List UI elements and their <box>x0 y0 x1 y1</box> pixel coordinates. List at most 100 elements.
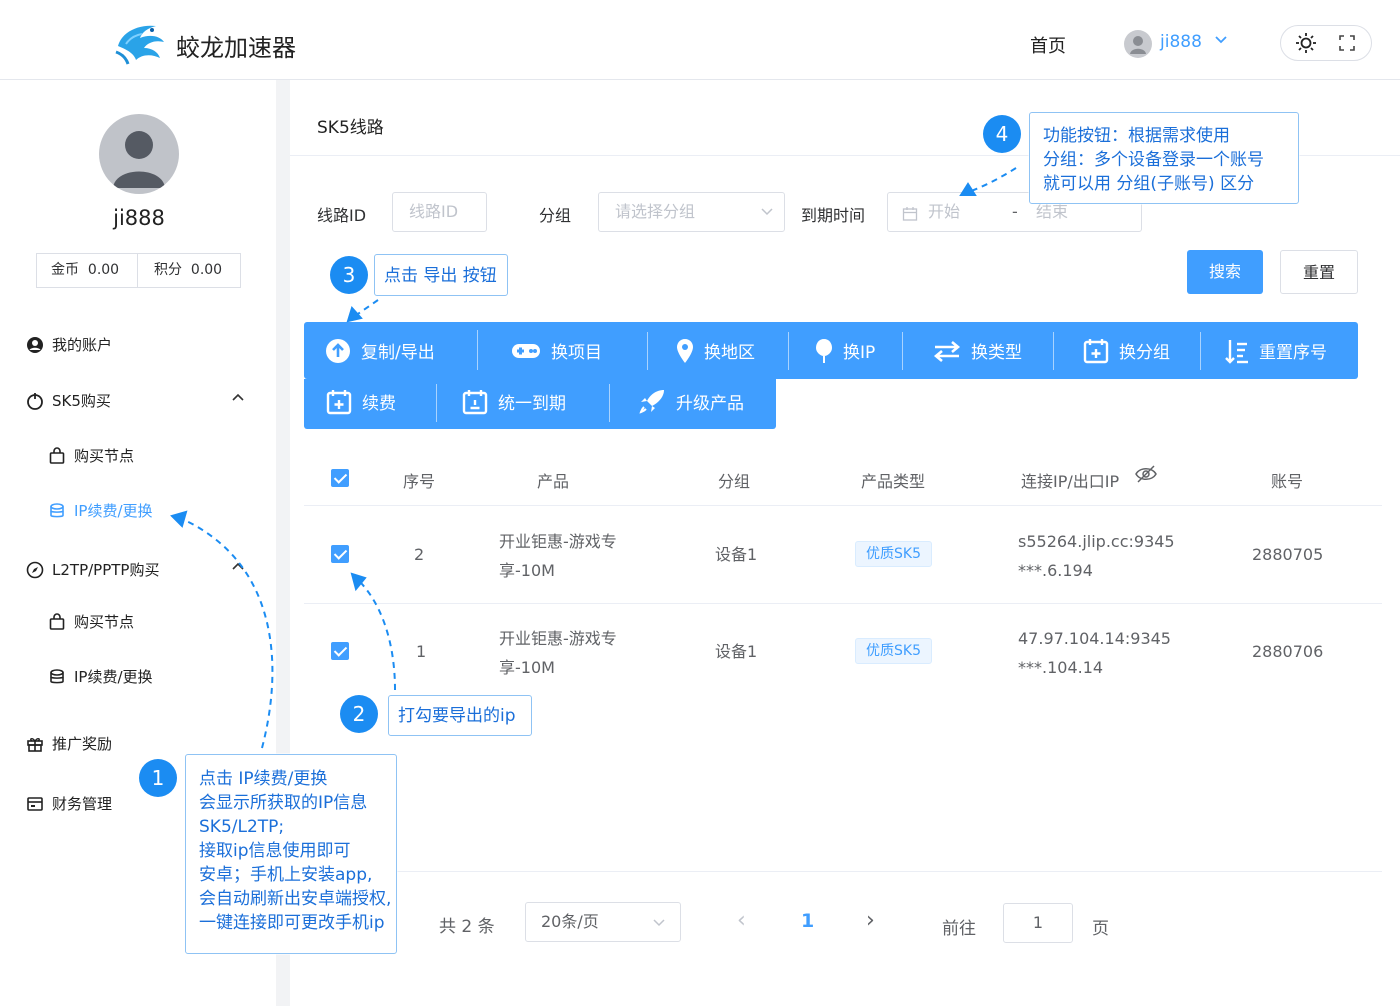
change-region-button[interactable]: 换地区 <box>676 322 755 379</box>
change-type-button[interactable]: 换类型 <box>933 322 1022 379</box>
wallet-points: 积分 0.00 <box>137 254 240 287</box>
compass-icon <box>26 561 44 578</box>
calendar-icon <box>902 207 918 221</box>
unify-expiry-button[interactable]: 统一到期 <box>462 373 566 430</box>
page-size-select[interactable]: 20条/页 <box>525 902 681 942</box>
row-index: 2 <box>414 545 425 564</box>
change-project-button[interactable]: 换项目 <box>511 322 602 379</box>
row-divider <box>304 603 1382 604</box>
step-3-note: 点击 导出 按钮 <box>374 254 508 296</box>
step-2-note: 打勾要导出的ip <box>388 695 532 736</box>
pagination-divider <box>304 871 1382 872</box>
search-button[interactable]: 搜索 <box>1187 250 1263 294</box>
user-avatar[interactable] <box>1124 30 1152 58</box>
sidebar-item-account[interactable]: 我的账户 <box>26 334 112 355</box>
step-1-note: 点击 IP续费/更换 会显示所获取的IP信息 SK5/L2TP; 接取ip信息使… <box>185 754 397 954</box>
row-group: 设备1 <box>715 642 758 661</box>
power-icon <box>27 392 43 410</box>
shopping-bag-icon <box>49 612 65 630</box>
reset-button[interactable]: 重置 <box>1280 250 1358 294</box>
chevron-down-icon <box>761 208 773 216</box>
pagination-total: 共 2 条 <box>439 917 495 937</box>
sidebar-item-sk5-ip[interactable]: IP续费/更换 <box>48 500 153 521</box>
calendar-minus-icon <box>462 389 488 414</box>
sidebar-item-l2tp-buy[interactable]: 购买节点 <box>48 611 134 632</box>
chevron-up-icon[interactable] <box>231 559 245 575</box>
profile-avatar <box>99 114 179 194</box>
wallet-icon <box>27 796 43 811</box>
row-product: 开业钜惠-游戏专 享-10M <box>499 532 617 580</box>
next-page-button[interactable]: › <box>866 908 875 933</box>
sidebar-item-l2tp[interactable]: L2TP/PPTP购买 <box>26 559 159 580</box>
nav-home-link[interactable]: 首页 <box>1030 32 1066 58</box>
location-pin-icon <box>677 338 693 363</box>
row-index: 1 <box>416 642 427 661</box>
prev-page-button[interactable]: ‹ <box>737 908 746 933</box>
header-account[interactable]: 账号 <box>1271 468 1303 492</box>
shopping-bag-icon <box>49 446 65 464</box>
table-header-divider <box>304 505 1382 506</box>
toolbar-divider <box>1053 332 1054 370</box>
database-icon <box>50 668 64 683</box>
sidebar-item-sk5[interactable]: SK5购买 <box>26 390 111 411</box>
toolbar-divider <box>436 384 437 422</box>
page-title: SK5线路 <box>317 118 384 138</box>
header-type[interactable]: 产品类型 <box>861 468 925 492</box>
upgrade-product-button[interactable]: 升级产品 <box>638 373 744 430</box>
header-group[interactable]: 分组 <box>718 468 750 492</box>
line-id-label: 线路ID <box>317 206 367 225</box>
eye-hidden-icon[interactable] <box>1134 464 1158 484</box>
user-silhouette-icon <box>113 131 165 188</box>
gift-icon <box>27 737 43 752</box>
row-ip: 47.97.104.14:9345 ***.104.14 <box>1018 629 1171 677</box>
sort-list-icon <box>1225 339 1248 364</box>
change-group-button[interactable]: 换分组 <box>1083 322 1170 379</box>
fullscreen-icon[interactable] <box>1337 33 1357 53</box>
chevron-up-icon[interactable] <box>231 390 245 406</box>
reset-index-button[interactable]: 重置序号 <box>1225 322 1327 379</box>
swap-arrows-icon <box>933 340 961 362</box>
top-bar: 蛟龙加速器 首页 ji888 <box>0 0 1400 80</box>
row-checkbox[interactable] <box>331 642 349 660</box>
upload-circle-icon <box>326 338 350 363</box>
product-type-tag: 优质SK5 <box>855 541 932 567</box>
step-4-note: 功能按钮：根据需求使用 分组：多个设备登录一个账号 就可以用 分组(子账号) 区… <box>1029 112 1299 204</box>
change-ip-button[interactable]: 换IP <box>815 322 875 379</box>
renew-button[interactable]: 续费 <box>326 373 396 430</box>
dragon-logo-icon[interactable] <box>112 18 168 66</box>
group-select[interactable]: 请选择分组 <box>598 192 785 232</box>
header-index[interactable]: 序号 <box>403 468 435 492</box>
chevron-down-icon[interactable] <box>1214 33 1228 49</box>
sidebar-username: ji888 <box>113 206 165 230</box>
start-date[interactable]: 开始 <box>928 193 960 231</box>
calendar-plus-icon <box>326 389 352 414</box>
range-separator: - <box>1012 202 1018 221</box>
theme-fullscreen-group <box>1280 25 1372 61</box>
sun-icon[interactable] <box>1295 32 1317 54</box>
goto-page-input[interactable]: 1 <box>1003 903 1073 943</box>
sidebar-item-finance[interactable]: 财务管理 <box>26 793 112 814</box>
row-group: 设备1 <box>715 545 758 564</box>
step-2-badge: 2 <box>340 695 378 733</box>
group-label: 分组 <box>539 206 572 225</box>
page-suffix: 页 <box>1092 919 1109 939</box>
user-circle-icon <box>27 336 43 353</box>
copy-export-button[interactable]: 复制/导出 <box>325 322 435 379</box>
row-account: 2880705 <box>1252 545 1324 564</box>
sidebar-item-promo[interactable]: 推广奖励 <box>26 733 112 754</box>
calendar-plus-icon <box>1083 338 1109 363</box>
step-3-badge: 3 <box>330 256 368 294</box>
sidebar-item-l2tp-ip[interactable]: IP续费/更换 <box>48 666 153 687</box>
line-id-input[interactable]: 线路ID <box>392 192 487 232</box>
sidebar-item-sk5-buy[interactable]: 购买节点 <box>48 445 134 466</box>
goto-label: 前往 <box>942 919 976 939</box>
toolbar-divider <box>609 384 610 422</box>
page-number-current[interactable]: 1 <box>801 910 814 932</box>
user-menu-name[interactable]: ji888 <box>1160 32 1202 52</box>
row-checkbox[interactable] <box>331 545 349 563</box>
select-all-checkbox[interactable] <box>331 469 349 487</box>
header-product[interactable]: 产品 <box>537 468 569 492</box>
user-silhouette-icon <box>1130 36 1146 54</box>
header-ip[interactable]: 连接IP/出口IP <box>1021 468 1119 492</box>
product-type-tag: 优质SK5 <box>855 638 932 664</box>
